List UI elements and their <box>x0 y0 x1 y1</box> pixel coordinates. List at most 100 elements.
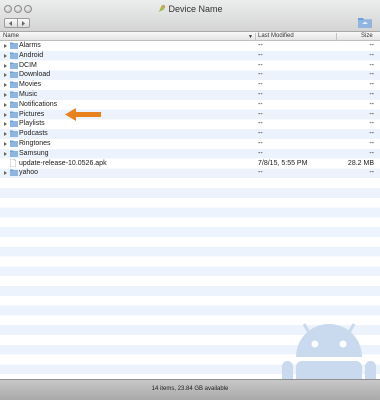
disclosure-triangle-icon[interactable] <box>4 151 7 156</box>
item-name: Movies <box>19 81 42 89</box>
item-modified: -- <box>258 81 263 89</box>
item-modified: -- <box>258 110 263 118</box>
item-name: Podcasts <box>19 130 48 138</box>
item-modified: -- <box>258 100 263 108</box>
item-size: -- <box>369 81 374 89</box>
list-item[interactable]: yahoo -- -- <box>0 168 380 178</box>
item-size: -- <box>369 42 374 49</box>
item-name: Alarms <box>19 42 41 49</box>
status-bar: 14 items, 23.84 GB available <box>0 379 380 400</box>
folder-icon <box>10 150 18 157</box>
item-size: -- <box>369 110 374 118</box>
arrow-icon <box>65 108 101 121</box>
back-button[interactable] <box>5 19 17 27</box>
size-column-header[interactable]: Size <box>361 33 373 39</box>
item-name: Notifications <box>19 100 58 108</box>
item-size: -- <box>369 100 374 108</box>
item-name: Samsung <box>19 149 49 157</box>
item-modified: -- <box>258 51 263 59</box>
name-column-header[interactable]: Name <box>3 33 19 39</box>
list-item[interactable]: Movies -- -- <box>0 80 380 90</box>
list-item[interactable]: Samsung -- -- <box>0 149 380 159</box>
item-name: Android <box>19 51 44 59</box>
disclosure-triangle-icon[interactable] <box>4 122 7 127</box>
item-size: -- <box>369 51 374 59</box>
list-item[interactable]: Pictures -- -- <box>0 110 380 120</box>
folder-icon <box>10 140 18 147</box>
item-modified: -- <box>258 61 263 69</box>
item-size: -- <box>369 71 374 79</box>
android-logo <box>282 323 376 379</box>
list-item[interactable]: Podcasts -- -- <box>0 129 380 139</box>
list-item[interactable]: Download -- -- <box>0 70 380 80</box>
navigation-buttons <box>4 18 30 28</box>
item-size: -- <box>369 140 374 147</box>
list-item[interactable]: update-release-10.0526.apk 7/8/15, 5:55 … <box>0 158 380 169</box>
sort-indicator-icon: ▼ <box>248 34 253 40</box>
item-name: Ringtones <box>19 140 51 147</box>
folder-icon <box>10 62 18 69</box>
item-name: Download <box>19 71 51 79</box>
item-size: -- <box>369 169 374 177</box>
folder-icon <box>10 101 18 108</box>
item-modified: -- <box>258 140 263 147</box>
disclosure-triangle-icon[interactable] <box>4 171 7 176</box>
list-item[interactable]: DCIM -- -- <box>0 61 380 71</box>
file-transfer-window: Device Name Name ▼ Last Modified Size Al… <box>0 0 380 400</box>
item-name: yahoo <box>19 169 39 177</box>
folder-icon <box>10 111 18 118</box>
disclosure-triangle-icon[interactable] <box>4 93 7 97</box>
item-modified: 7/8/15, 5:55 PM <box>258 159 308 167</box>
disclosure-triangle-icon[interactable] <box>4 44 7 48</box>
folder-icon <box>10 120 18 128</box>
folder-icon <box>10 169 18 177</box>
item-size: -- <box>369 130 374 138</box>
forward-button[interactable] <box>16 19 30 27</box>
item-size: -- <box>369 91 374 98</box>
window-title-text: Device Name <box>168 4 223 14</box>
last-modified-column-header[interactable]: Last Modified <box>258 33 294 39</box>
folder-icon <box>10 42 18 49</box>
item-modified: -- <box>258 71 263 79</box>
folder-icon <box>10 91 18 98</box>
list-item[interactable]: Ringtones -- -- <box>0 139 380 149</box>
list-item[interactable]: Playlists -- -- <box>0 119 380 129</box>
item-modified: -- <box>258 169 263 177</box>
disclosure-triangle-icon[interactable] <box>4 112 7 117</box>
disclosure-triangle-icon[interactable] <box>4 53 7 58</box>
disclosure-triangle-icon[interactable] <box>4 63 7 68</box>
item-modified: -- <box>258 130 263 138</box>
disclosure-triangle-icon[interactable] <box>4 102 7 107</box>
item-size: -- <box>369 61 374 69</box>
disclosure-triangle-icon[interactable] <box>4 142 7 146</box>
folder-icon <box>10 81 18 89</box>
item-name: Pictures <box>19 110 45 118</box>
new-folder-icon[interactable] <box>358 16 372 28</box>
back-icon <box>9 20 13 26</box>
list-item[interactable]: Music -- -- <box>0 90 380 100</box>
list-item[interactable]: Alarms -- -- <box>0 41 380 51</box>
item-modified: -- <box>258 120 263 128</box>
item-size: -- <box>369 149 374 157</box>
disclosure-triangle-icon[interactable] <box>4 132 7 137</box>
column-header-bar: Name ▼ Last Modified Size <box>0 32 380 42</box>
forward-icon <box>21 20 25 26</box>
list-item[interactable]: Notifications -- -- <box>0 100 380 110</box>
title-bar: Device Name <box>0 0 380 32</box>
folder-icon <box>10 52 18 59</box>
item-modified: -- <box>258 42 263 49</box>
status-text: 14 items, 23.84 GB available <box>151 386 229 392</box>
disclosure-triangle-icon[interactable] <box>4 73 7 78</box>
disclosure-triangle-icon[interactable] <box>4 83 7 88</box>
item-modified: -- <box>258 91 263 98</box>
item-size: 28.2 MB <box>347 159 374 167</box>
file-list: Alarms -- -- Android -- -- DCIM -- -- Do… <box>0 41 380 379</box>
folder-icon <box>10 130 18 138</box>
window-title: Device Name <box>0 4 380 14</box>
folder-icon <box>10 71 18 79</box>
item-modified: -- <box>258 149 263 157</box>
item-name: Music <box>19 91 38 98</box>
item-name: DCIM <box>19 61 37 69</box>
list-item[interactable]: Android -- -- <box>0 51 380 61</box>
file-icon <box>10 158 16 167</box>
